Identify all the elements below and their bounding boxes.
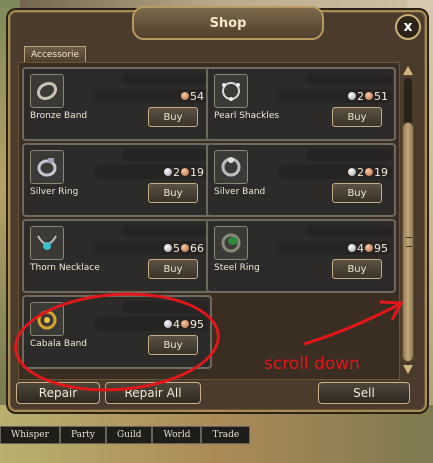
chat-tab-trade[interactable]: Trade xyxy=(201,426,251,444)
name-bar xyxy=(306,149,392,161)
buy-button[interactable]: Buy xyxy=(148,335,198,355)
copper-value: 19 xyxy=(374,165,388,179)
chat-tab-world[interactable]: World xyxy=(152,426,202,444)
silver-coin-icon xyxy=(348,92,356,100)
copper-value: 51 xyxy=(374,89,388,103)
name-bar xyxy=(122,73,208,85)
sell-button[interactable]: Sell xyxy=(318,382,410,404)
item-card-steel-ring: 4 95 Steel Ring Buy xyxy=(206,219,396,293)
chat-tab-party[interactable]: Party xyxy=(59,426,106,444)
silver-coin-icon xyxy=(348,168,356,176)
item-name: Steel Ring xyxy=(214,263,260,273)
bronze-band-icon xyxy=(30,74,64,108)
silver-value: 2 xyxy=(357,165,364,179)
shop-window: Shop x Accessorie 54 Bronze Band Buy 2 51… xyxy=(8,6,427,412)
item-name: Pearl Shackles xyxy=(214,111,280,121)
close-button[interactable]: x xyxy=(395,14,421,40)
silver-ring-icon xyxy=(30,150,64,184)
window-title: Shop xyxy=(132,6,324,40)
copper-coin-icon xyxy=(365,92,373,100)
silver-value: 4 xyxy=(173,317,180,331)
tab-accessorie[interactable]: Accessorie xyxy=(24,46,87,63)
silver-value: 5 xyxy=(173,241,180,255)
silver-coin-icon xyxy=(164,168,172,176)
silver-value: 2 xyxy=(173,165,180,179)
silver-coin-icon xyxy=(164,244,172,252)
copper-coin-icon xyxy=(365,244,373,252)
item-list: 54 Bronze Band Buy 2 51 Pearl Shackles Bu… xyxy=(18,62,400,380)
annotation-text: scroll down xyxy=(264,354,360,374)
item-name: Silver Band xyxy=(214,187,266,197)
item-name: Silver Ring xyxy=(30,187,79,197)
buy-button[interactable]: Buy xyxy=(148,107,198,127)
item-price: 4 95 xyxy=(278,241,392,255)
item-price: 2 19 xyxy=(278,165,392,179)
steel-ring-icon xyxy=(214,226,248,260)
item-price: 2 51 xyxy=(278,89,392,103)
pearl-shackles-icon xyxy=(214,74,248,108)
scroll-thumb[interactable] xyxy=(402,122,414,362)
buy-button[interactable]: Buy xyxy=(332,259,382,279)
buy-button[interactable]: Buy xyxy=(332,107,382,127)
repair-all-button[interactable]: Repair All xyxy=(105,382,201,404)
scroll-down-arrow-icon[interactable] xyxy=(403,365,413,374)
name-bar xyxy=(306,225,392,237)
name-bar xyxy=(122,225,208,237)
item-card-thorn-necklace: 5 66 Thorn Necklace Buy xyxy=(22,219,212,293)
buy-button[interactable]: Buy xyxy=(148,259,198,279)
silver-coin-icon xyxy=(348,244,356,252)
copper-value: 19 xyxy=(190,165,204,179)
item-card-cabala-band: 4 95 Cabala Band Buy xyxy=(22,295,212,369)
item-card-pearl-shackles: 2 51 Pearl Shackles Buy xyxy=(206,67,396,141)
scrollbar[interactable] xyxy=(401,66,415,374)
silver-coin-icon xyxy=(164,320,172,328)
silver-value: 4 xyxy=(357,241,364,255)
chat-tab-guild[interactable]: Guild xyxy=(105,426,153,444)
copper-value: 95 xyxy=(374,241,388,255)
copper-coin-icon xyxy=(181,92,189,100)
copper-coin-icon xyxy=(181,244,189,252)
silver-band-icon xyxy=(214,150,248,184)
name-bar xyxy=(122,301,208,313)
item-price: 5 66 xyxy=(94,241,208,255)
copper-value: 95 xyxy=(190,317,204,331)
name-bar xyxy=(306,73,392,85)
chat-tab-whisper[interactable]: Whisper xyxy=(0,426,60,444)
silver-value: 2 xyxy=(357,89,364,103)
scroll-up-arrow-icon[interactable] xyxy=(403,66,413,75)
item-price: 2 19 xyxy=(94,165,208,179)
copper-value: 54 xyxy=(190,89,204,103)
copper-coin-icon xyxy=(181,320,189,328)
copper-value: 66 xyxy=(190,241,204,255)
item-card-silver-ring: 2 19 Silver Ring Buy xyxy=(22,143,212,217)
item-card-bronze-band: 54 Bronze Band Buy xyxy=(22,67,212,141)
copper-coin-icon xyxy=(181,168,189,176)
grip-icon xyxy=(406,237,412,247)
buy-button[interactable]: Buy xyxy=(148,183,198,203)
item-name: Thorn Necklace xyxy=(30,263,100,273)
thorn-necklace-icon xyxy=(30,226,64,260)
name-bar xyxy=(122,149,208,161)
buy-button[interactable]: Buy xyxy=(332,183,382,203)
cabala-band-icon xyxy=(30,302,64,336)
item-price: 4 95 xyxy=(94,317,208,331)
repair-button[interactable]: Repair xyxy=(16,382,100,404)
item-name: Cabala Band xyxy=(30,339,88,349)
item-name: Bronze Band xyxy=(30,111,88,121)
copper-coin-icon xyxy=(365,168,373,176)
item-price: 54 xyxy=(94,89,208,103)
chat-tabs: Whisper Party Guild World Trade xyxy=(0,426,251,444)
item-card-silver-band: 2 19 Silver Band Buy xyxy=(206,143,396,217)
